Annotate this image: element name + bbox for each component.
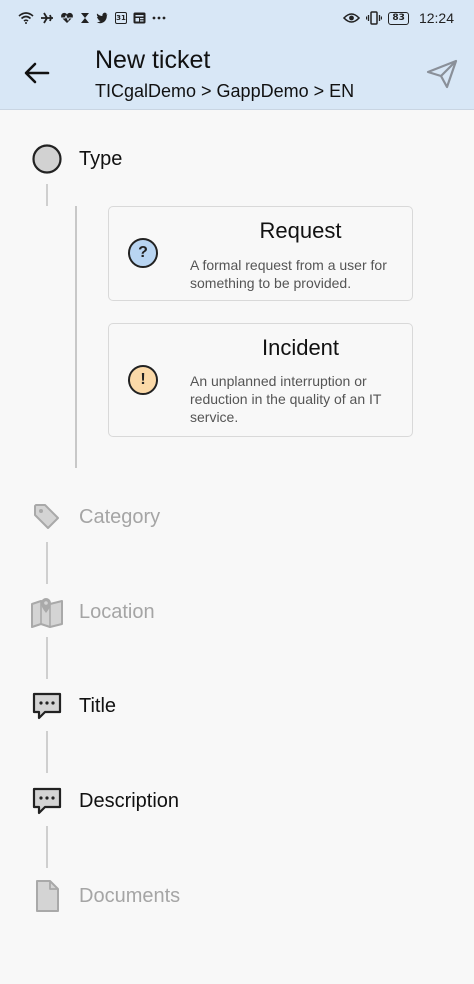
option-title-incident: Incident	[261, 335, 340, 360]
news-icon	[133, 12, 146, 24]
chat-bubble-icon	[30, 784, 64, 818]
vibrate-icon	[366, 11, 383, 25]
more-icon	[152, 16, 166, 20]
option-card-request[interactable]: ? Request A formal request from a user f…	[108, 206, 413, 301]
status-time: 12:24	[418, 10, 454, 26]
heart-monitor-icon	[60, 12, 74, 24]
step-label-type: Type	[79, 147, 123, 170]
step-label-location: Location	[79, 600, 155, 623]
chat-bubble-icon	[30, 689, 64, 723]
circle-icon	[30, 142, 64, 176]
step-label-documents: Documents	[79, 884, 181, 907]
option-title-request: Request	[259, 218, 342, 243]
step-label-title: Title	[79, 694, 117, 717]
map-icon	[30, 595, 64, 629]
send-button[interactable]	[424, 58, 460, 94]
exclamation-icon: !	[128, 365, 158, 395]
airplane-icon	[40, 12, 54, 24]
page-title: New ticket	[95, 46, 211, 74]
step-connector	[46, 542, 48, 584]
option-desc-request: A formal request from a user for somethi…	[190, 257, 387, 291]
wifi-icon	[18, 12, 34, 24]
status-bar-right: 83 12:24	[343, 10, 454, 26]
breadcrumb: TICgalDemo > GappDemo > EN	[95, 81, 355, 101]
calendar-icon: 31	[115, 12, 127, 24]
step-connector	[46, 637, 48, 679]
arrow-left-icon	[24, 62, 50, 88]
status-bar: 31 83 12:24	[0, 0, 474, 36]
step-connector	[46, 826, 48, 868]
document-icon	[30, 879, 64, 913]
hourglass-icon	[80, 12, 90, 24]
eye-icon	[343, 12, 361, 24]
battery-icon: 83	[388, 11, 409, 25]
twitter-icon	[96, 12, 109, 24]
question-icon: ?	[128, 238, 158, 268]
status-bar-left: 31	[18, 12, 166, 24]
step-connector	[46, 731, 48, 773]
step-label-category: Category	[79, 505, 161, 528]
step-connector	[46, 184, 48, 206]
step-label-description: Description	[79, 789, 180, 812]
send-icon	[426, 59, 458, 93]
option-desc-incident: An unplanned interruption or reduction i…	[190, 373, 382, 425]
tag-icon	[30, 500, 64, 534]
type-options-rail	[75, 206, 77, 468]
back-button[interactable]	[22, 60, 52, 90]
app-bar: New ticket TICgalDemo > GappDemo > EN	[0, 36, 474, 110]
option-card-incident[interactable]: ! Incident An unplanned interruption or …	[108, 323, 413, 437]
